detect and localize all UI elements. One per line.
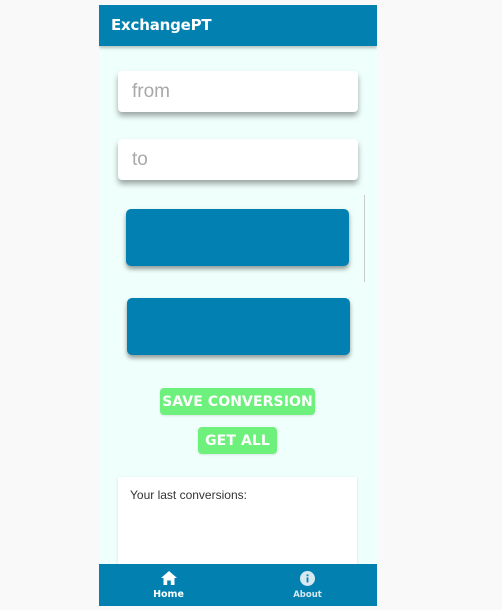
from-field[interactable] xyxy=(118,71,358,112)
save-conversion-label: SAVE CONVERSION xyxy=(162,393,313,410)
nav-label-about: About xyxy=(293,589,322,600)
app-bar: ExchangePT xyxy=(99,5,377,46)
to-currency-button[interactable] xyxy=(127,298,350,355)
nav-item-about[interactable]: About xyxy=(238,564,377,606)
get-all-label: GET ALL xyxy=(205,432,270,449)
save-conversion-button[interactable]: SAVE CONVERSION xyxy=(160,388,315,415)
vertical-divider xyxy=(364,195,365,282)
from-currency-button[interactable] xyxy=(126,209,349,266)
to-input[interactable] xyxy=(130,147,346,172)
info-icon xyxy=(300,571,315,587)
get-all-button[interactable]: GET ALL xyxy=(198,427,277,454)
bottom-navigation: Home About xyxy=(99,564,377,606)
nav-item-home[interactable]: Home xyxy=(99,564,238,606)
nav-label-home: Home xyxy=(153,589,184,600)
app-screen: ExchangePT SAVE CONVERSION GET ALL Your … xyxy=(99,5,377,606)
app-title: ExchangePT xyxy=(111,16,212,34)
home-icon xyxy=(160,570,177,586)
history-title: Your last conversions: xyxy=(130,488,247,502)
to-field[interactable] xyxy=(118,139,358,180)
from-input[interactable] xyxy=(130,79,346,104)
